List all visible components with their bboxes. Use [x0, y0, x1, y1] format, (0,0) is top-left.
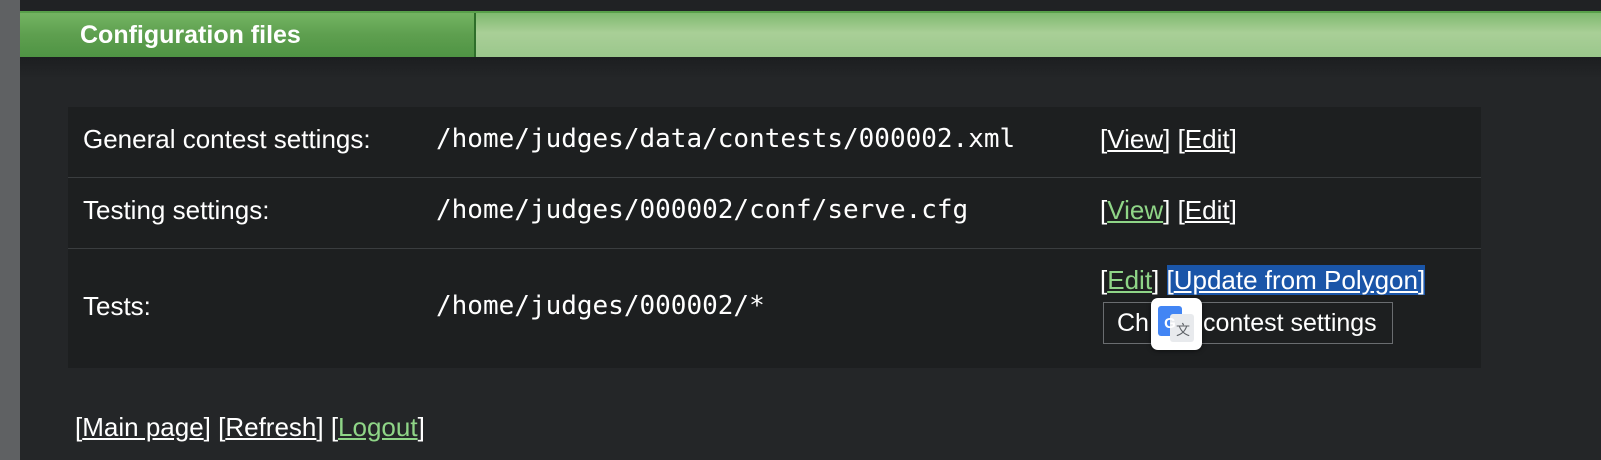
view-link[interactable]: View: [1107, 195, 1163, 225]
table-row: Testing settings: /home/judges/000002/co…: [68, 178, 1481, 249]
page-title: Configuration files: [80, 21, 301, 49]
edit-link[interactable]: Edit: [1107, 265, 1152, 295]
config-path: /home/judges/000002/conf/serve.cfg: [436, 195, 969, 225]
row-actions: [Edit] [Update from Polygon]: [1100, 265, 1426, 295]
config-files-table: General contest settings: /home/judges/d…: [68, 107, 1481, 368]
button-label-start: Ch: [1117, 309, 1149, 337]
table-row: General contest settings: /home/judges/d…: [68, 107, 1481, 178]
config-path: /home/judges/000002/*: [436, 291, 765, 321]
top-strip: [20, 0, 1601, 11]
row-label: Testing settings:: [83, 195, 270, 225]
row-actions: [View] [Edit]: [1100, 124, 1237, 154]
left-rail: [0, 0, 20, 460]
view-link[interactable]: View: [1107, 124, 1163, 154]
google-translate-icon: G 文: [1158, 306, 1194, 342]
section-header-tab: Configuration files: [20, 13, 476, 57]
translate-popup[interactable]: G 文: [1151, 298, 1202, 350]
table-row: Tests: /home/judges/000002/* [Edit] [Upd…: [68, 249, 1481, 368]
button-label-end: contest settings: [1202, 309, 1377, 337]
refresh-link[interactable]: Refresh: [225, 412, 316, 442]
config-path: /home/judges/data/contests/000002.xml: [436, 124, 1016, 154]
logout-link[interactable]: Logout: [338, 412, 418, 442]
translate-letter: G: [1164, 315, 1176, 332]
row-label: Tests:: [83, 291, 151, 321]
main-page-link[interactable]: Main page: [82, 412, 203, 442]
header-shadow: [20, 57, 1601, 79]
footer-links: [Main page] [Refresh] [Logout]: [75, 412, 425, 442]
translate-glyph: 文: [1176, 323, 1190, 339]
update-from-polygon-link[interactable]: Update from Polygon: [1174, 265, 1418, 295]
change-contest-settings-button[interactable]: Ch contest settings: [1103, 302, 1393, 344]
row-label: General contest settings:: [83, 124, 371, 154]
section-header: Configuration files: [20, 11, 1601, 57]
edit-link[interactable]: Edit: [1185, 195, 1230, 225]
row-actions: [View] [Edit]: [1100, 195, 1237, 225]
edit-link[interactable]: Edit: [1185, 124, 1230, 154]
text-selection: [Update from Polygon]: [1166, 265, 1426, 295]
